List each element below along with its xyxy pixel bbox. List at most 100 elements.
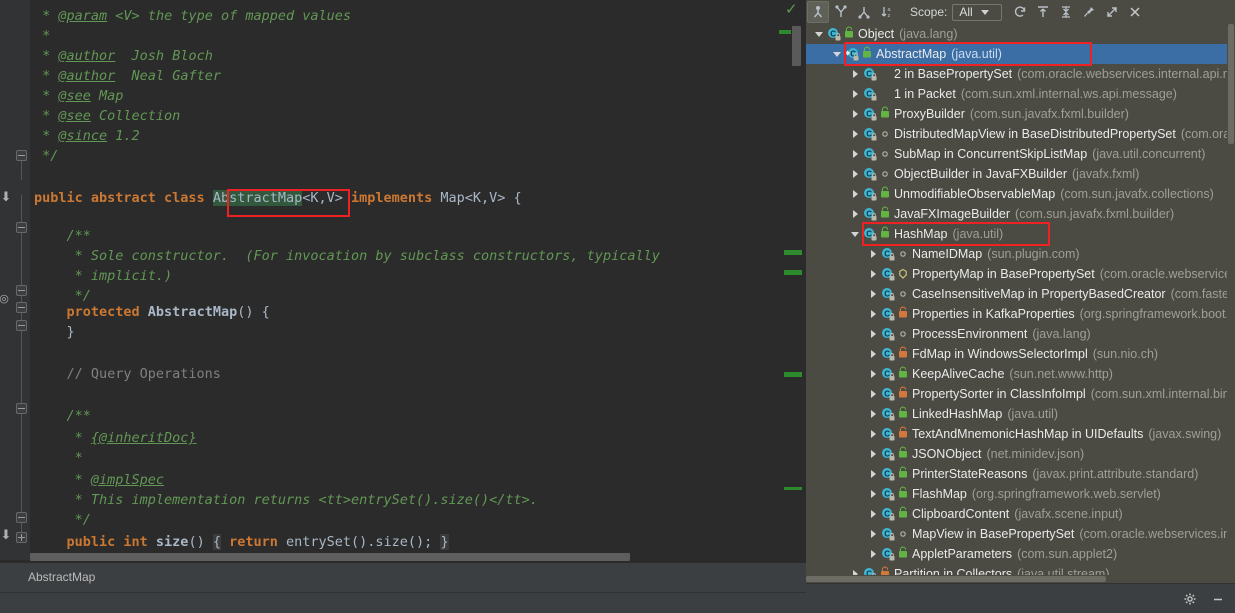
gutter-override-marker[interactable]: ◎ [0, 292, 10, 306]
hierarchy-tree-row[interactable]: C ProxyBuilder (com.sun.javafx.fxml.builde… [806, 104, 1235, 124]
hierarchy-tree-row[interactable]: C PropertyMap in BasePropertySet (com.orac… [806, 264, 1235, 284]
visibility-badge-icon [898, 406, 908, 422]
pin-icon[interactable] [1078, 1, 1100, 23]
expand-all-icon[interactable] [1032, 1, 1054, 23]
chevron-right-icon[interactable] [866, 544, 880, 564]
hierarchy-tree-row[interactable]: C DistributedMapView in BaseDistributedPr… [806, 124, 1235, 144]
hierarchy-tree-row[interactable]: C FdMap in WindowsSelectorImpl (sun.nio.ch… [806, 344, 1235, 364]
chevron-right-icon[interactable] [866, 464, 880, 484]
breadcrumb[interactable]: AbstractMap [28, 570, 95, 584]
chevron-right-icon[interactable] [866, 264, 880, 284]
chevron-right-icon[interactable] [848, 144, 862, 164]
chevron-right-icon[interactable] [848, 164, 862, 184]
code-text[interactable]: * @param <V> the type of mapped values *… [30, 0, 790, 552]
hierarchy-tree-row[interactable]: C PropertySorter in ClassInfoImpl (com.sun… [806, 384, 1235, 404]
gutter-implemented-arrow[interactable]: ⬇ [0, 528, 12, 542]
editor-vertical-scrollbar[interactable] [792, 26, 801, 66]
editor-horizontal-scrollbar-track[interactable] [30, 552, 790, 562]
hierarchy-horizontal-scrollbar-track[interactable] [806, 575, 1235, 583]
chevron-right-icon[interactable] [866, 324, 880, 344]
hierarchy-tree-row[interactable]: C FlashMap (org.springframework.web.servle… [806, 484, 1235, 504]
visibility-badge-icon [898, 506, 908, 522]
chevron-right-icon[interactable] [848, 204, 862, 224]
fold-marker[interactable] [16, 320, 27, 331]
close-icon[interactable] [1124, 1, 1146, 23]
code-token: * [34, 430, 91, 446]
chevron-right-icon[interactable] [866, 344, 880, 364]
fold-marker[interactable] [16, 222, 27, 233]
supertypes-hierarchy-icon[interactable] [830, 1, 852, 23]
hierarchy-tree[interactable]: C Object (java.lang) C AbstractMap (java.util… [806, 24, 1235, 583]
chevron-right-icon[interactable] [866, 504, 880, 524]
fold-marker[interactable] [16, 285, 27, 296]
fold-marker[interactable] [16, 403, 27, 414]
hierarchy-tree-row[interactable]: C ObjectBuilder in JavaFXBuilder (javafx.f… [806, 164, 1235, 184]
hierarchy-tree-row[interactable]: C ClipboardContent (javafx.scene.input) [806, 504, 1235, 524]
hierarchy-tree-row[interactable]: C Properties in KafkaProperties (org.sprin… [806, 304, 1235, 324]
hierarchy-tree-row[interactable]: C AbstractMap (java.util) [806, 44, 1235, 64]
chevron-right-icon[interactable] [848, 104, 862, 124]
chevron-right-icon[interactable] [866, 484, 880, 504]
inspection-ok-checkmark[interactable]: ✓ [785, 2, 801, 18]
chevron-right-icon[interactable] [848, 184, 862, 204]
visibility-badge-icon [880, 126, 890, 142]
chevron-right-icon[interactable] [866, 304, 880, 324]
fold-marker[interactable] [16, 150, 27, 161]
hierarchy-tree-row[interactable]: C MapView in BasePropertySet (com.oracle.w… [806, 524, 1235, 544]
hierarchy-tree-row[interactable]: C CaseInsensitiveMap in PropertyBasedCrea… [806, 284, 1235, 304]
chevron-right-icon[interactable] [848, 124, 862, 144]
minimize-icon[interactable] [1207, 588, 1229, 610]
settings-gear-icon[interactable] [1179, 588, 1201, 610]
chevron-right-icon[interactable] [866, 524, 880, 544]
hierarchy-tree-row[interactable]: C Object (java.lang) [806, 24, 1235, 44]
chevron-down-icon[interactable] [812, 24, 826, 44]
fold-marker-expand[interactable] [16, 532, 27, 543]
hierarchy-tree-row[interactable]: C 1 in Packet (com.sun.xml.internal.ws.api… [806, 84, 1235, 104]
hierarchy-tree-row[interactable]: C JSONObject (net.minidev.json) [806, 444, 1235, 464]
chevron-right-icon[interactable] [866, 384, 880, 404]
sort-alphabetically-icon[interactable]: a z [876, 1, 898, 23]
hierarchy-vertical-scrollbar-thumb[interactable] [1228, 24, 1234, 144]
scope-dropdown[interactable]: All [952, 3, 1003, 21]
chevron-right-icon[interactable] [866, 404, 880, 424]
chevron-right-icon[interactable] [848, 84, 862, 104]
code-editor-pane[interactable]: ⬇ ⬇ ◎ * @param <V> the type of mapped va… [0, 0, 806, 613]
code-token: AbstractMap [212, 190, 303, 206]
open-in-new-window-icon[interactable] [1101, 1, 1123, 23]
class-icon: C [862, 206, 878, 222]
editor-horizontal-scrollbar-thumb[interactable] [30, 553, 630, 561]
hierarchy-tree-row[interactable]: C KeepAliveCache (sun.net.www.http) [806, 364, 1235, 384]
code-line: // Query Operations [34, 364, 221, 384]
chevron-right-icon[interactable] [866, 444, 880, 464]
chevron-right-icon[interactable] [866, 284, 880, 304]
type-hierarchy-icon[interactable] [807, 1, 829, 23]
editor-gutter[interactable]: ⬇ ⬇ ◎ [0, 0, 30, 560]
chevron-right-icon[interactable] [866, 424, 880, 444]
subtypes-hierarchy-icon[interactable] [853, 1, 875, 23]
hierarchy-vertical-scrollbar-track[interactable] [1227, 24, 1235, 583]
hierarchy-class-package: (com.fasterxm [1170, 287, 1235, 301]
hierarchy-horizontal-scrollbar-thumb[interactable] [806, 576, 1106, 582]
editor-marker-gutter[interactable] [780, 0, 806, 552]
hierarchy-tree-row[interactable]: C PrinterStateReasons (javax.print.attribu… [806, 464, 1235, 484]
hierarchy-tree-row[interactable]: C NameIDMap (sun.plugin.com) [806, 244, 1235, 264]
chevron-right-icon[interactable] [866, 364, 880, 384]
chevron-down-icon[interactable] [848, 224, 862, 244]
refresh-icon[interactable] [1009, 1, 1031, 23]
hierarchy-tree-row[interactable]: C TextAndMnemonicHashMap in UIDefaults (ja… [806, 424, 1235, 444]
hierarchy-tree-row[interactable]: C 2 in BasePropertySet (com.oracle.webserv… [806, 64, 1235, 84]
chevron-right-icon[interactable] [848, 64, 862, 84]
hierarchy-tree-row[interactable]: C SubMap in ConcurrentSkipListMap (java.ut… [806, 144, 1235, 164]
hierarchy-tree-row[interactable]: C AppletParameters (com.sun.applet2) [806, 544, 1235, 564]
hierarchy-tree-row[interactable]: C ProcessEnvironment (java.lang) [806, 324, 1235, 344]
chevron-right-icon[interactable] [866, 244, 880, 264]
hierarchy-tree-row[interactable]: C HashMap (java.util) [806, 224, 1235, 244]
chevron-down-icon[interactable] [830, 44, 844, 64]
fold-marker[interactable] [16, 512, 27, 523]
hierarchy-tree-row[interactable]: C JavaFXImageBuilder (com.sun.javafx.fxml.… [806, 204, 1235, 224]
hierarchy-tree-row[interactable]: C UnmodifiableObservableMap (com.sun.javaf… [806, 184, 1235, 204]
gutter-implemented-arrow[interactable]: ⬇ [0, 190, 12, 204]
fold-marker[interactable] [16, 302, 27, 313]
collapse-all-icon[interactable] [1055, 1, 1077, 23]
hierarchy-tree-row[interactable]: C LinkedHashMap (java.util) [806, 404, 1235, 424]
